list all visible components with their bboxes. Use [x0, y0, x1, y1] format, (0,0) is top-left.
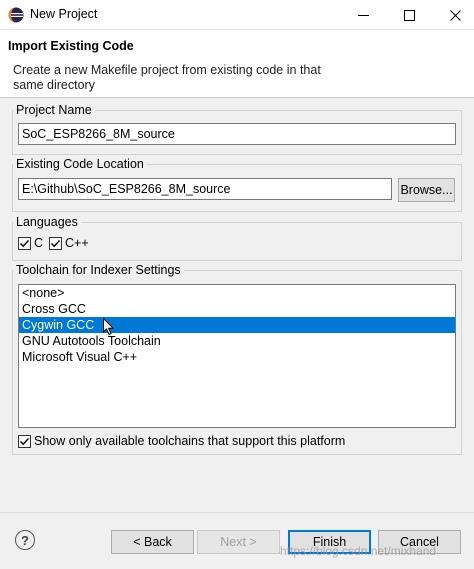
- check-icon: [18, 434, 31, 448]
- minimize-button[interactable]: [345, 0, 381, 30]
- page-title: Import Existing Code: [8, 39, 134, 53]
- toolchain-item-msvc[interactable]: Microsoft Visual C++: [19, 349, 455, 365]
- code-location-input[interactable]: E:\Github\SoC_ESP8266_8M_source: [18, 178, 392, 200]
- maximize-icon: [403, 9, 415, 21]
- next-button[interactable]: Next >: [197, 530, 280, 554]
- code-location-label: Existing Code Location: [16, 157, 144, 171]
- show-only-available-label: Show only available toolchains that supp…: [34, 434, 346, 448]
- language-cpp-label: C++: [65, 236, 89, 250]
- back-button[interactable]: < Back: [111, 530, 194, 554]
- project-name-input[interactable]: SoC_ESP8266_8M_source: [18, 123, 456, 145]
- toolchain-item-gnu-autotools[interactable]: GNU Autotools Toolchain: [19, 333, 455, 349]
- watermark: https://blog.csdn.net/mixhand: [280, 544, 437, 558]
- help-icon: ?: [21, 532, 29, 548]
- title-bar: New Project: [0, 0, 474, 30]
- toolchain-item-none[interactable]: <none>: [19, 285, 455, 301]
- page-description: Create a new Makefile project from exist…: [13, 63, 321, 92]
- check-icon: [18, 236, 31, 250]
- mouse-cursor-icon: [103, 317, 115, 339]
- footer-separator: [0, 512, 474, 513]
- check-icon: [49, 236, 62, 250]
- toolchain-list[interactable]: <none> Cross GCC Cygwin GCC GNU Autotool…: [18, 284, 456, 428]
- toolchain-item-cross-gcc[interactable]: Cross GCC: [19, 301, 455, 317]
- close-icon: [449, 9, 461, 21]
- language-cpp-checkbox[interactable]: C++: [49, 236, 89, 250]
- minimize-icon: [357, 10, 369, 21]
- browse-button[interactable]: Browse...: [398, 178, 455, 202]
- toolchain-item-cygwin-gcc[interactable]: Cygwin GCC: [19, 317, 455, 333]
- wizard-header: Import Existing Code Create a new Makefi…: [0, 30, 474, 98]
- toolchain-label: Toolchain for Indexer Settings: [16, 263, 181, 277]
- language-c-label: C: [34, 236, 44, 250]
- close-button[interactable]: [437, 0, 473, 30]
- window-title: New Project: [30, 7, 98, 21]
- language-c-checkbox[interactable]: C: [18, 236, 43, 250]
- project-name-label: Project Name: [16, 103, 92, 117]
- languages-label: Languages: [16, 215, 78, 229]
- help-button[interactable]: ?: [15, 530, 35, 550]
- eclipse-app-icon: [8, 7, 24, 23]
- maximize-button[interactable]: [391, 0, 427, 30]
- show-only-available-checkbox[interactable]: Show only available toolchains that supp…: [18, 434, 345, 448]
